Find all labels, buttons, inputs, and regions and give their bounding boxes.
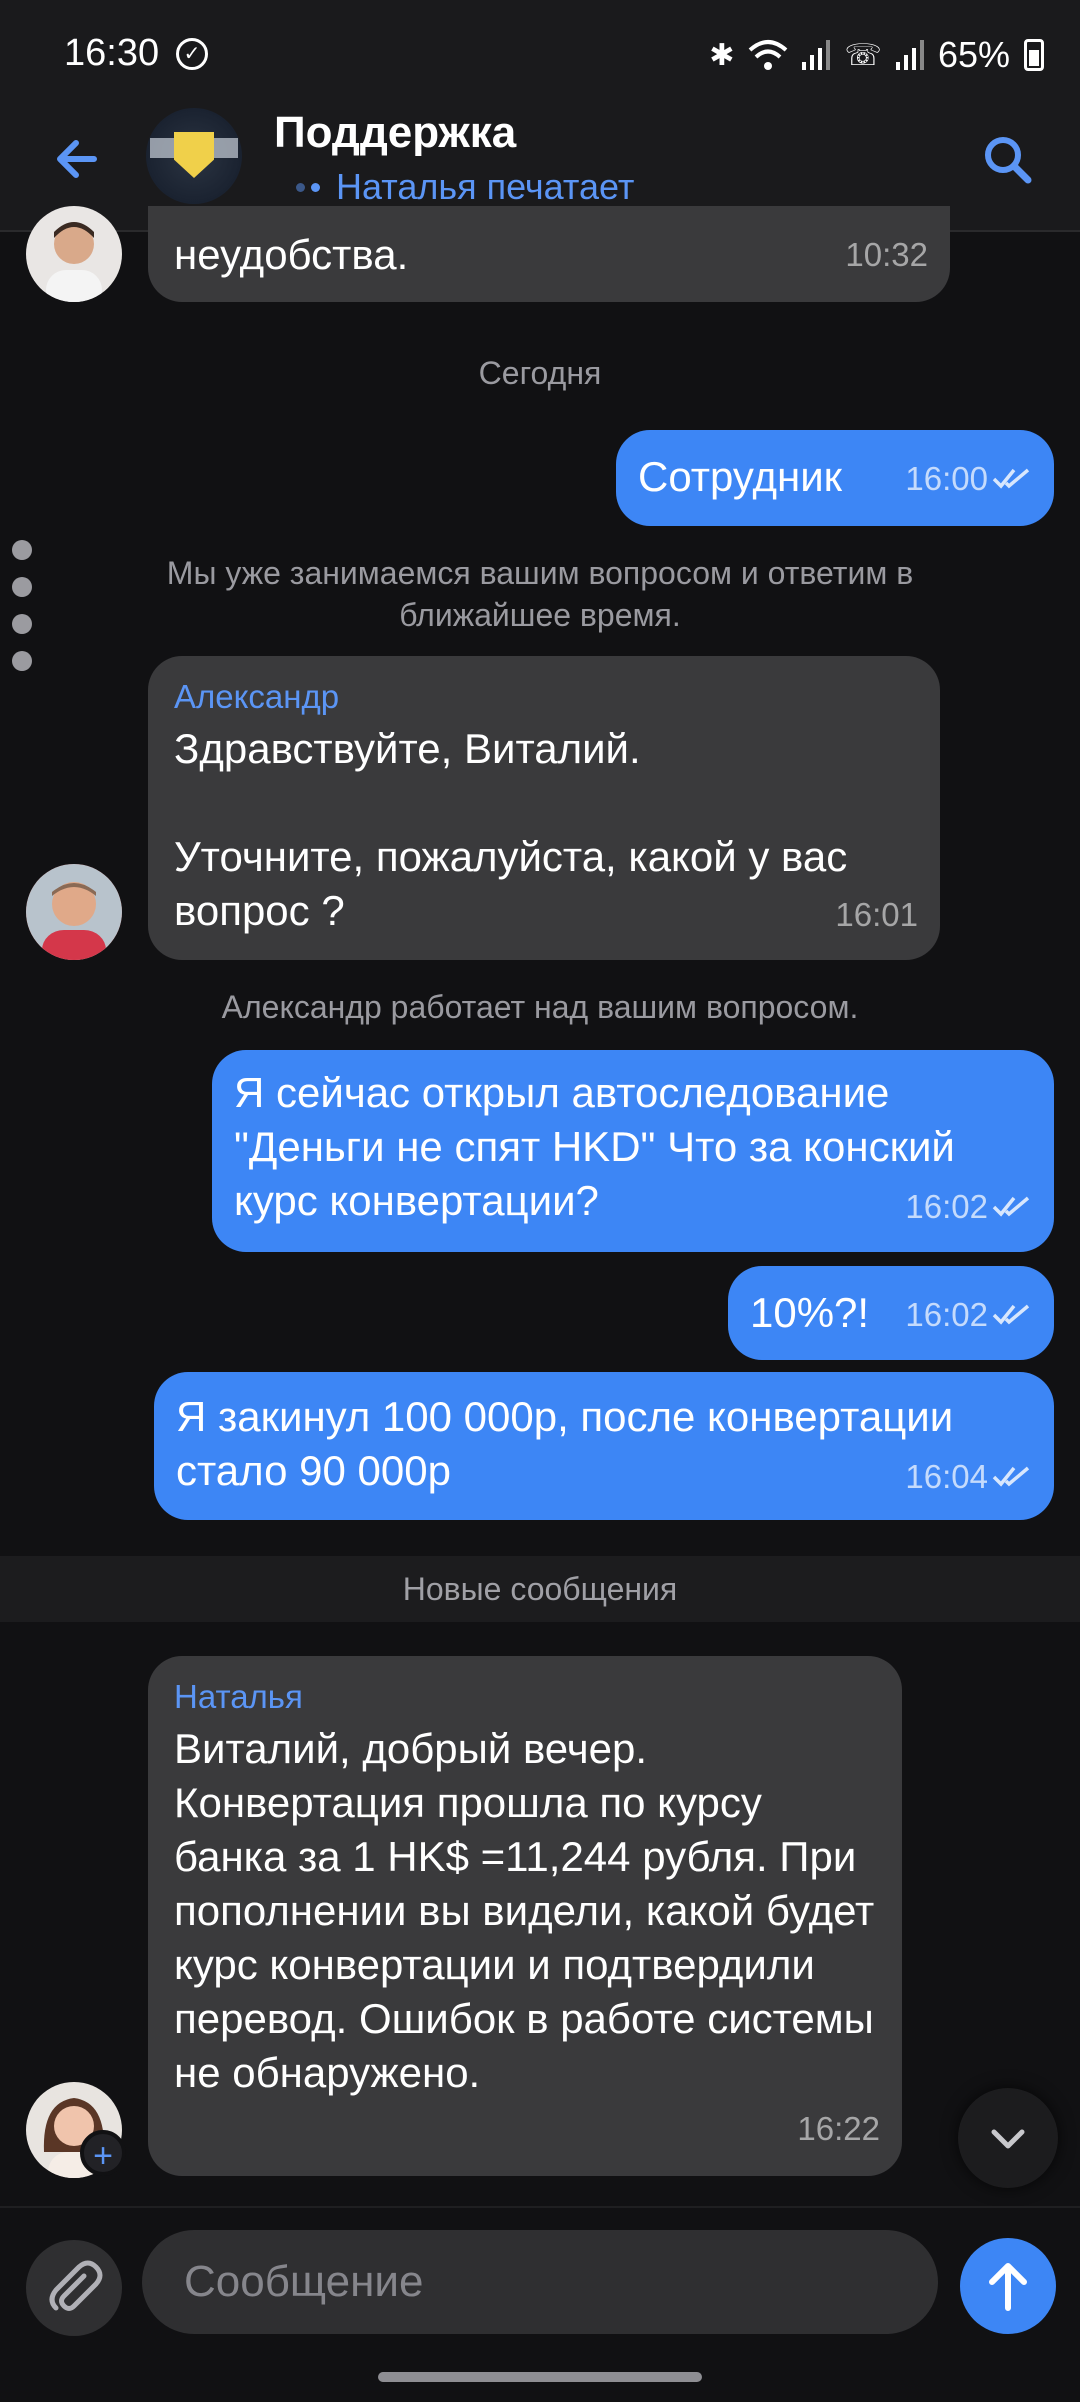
message-time: 16:00 (905, 460, 988, 497)
auto-reply-notice: Мы уже занимаемся вашим вопросом и ответ… (166, 555, 914, 633)
send-arrow-icon (989, 2263, 1027, 2311)
message-time: 16:01 (835, 896, 918, 933)
message-bubble-incoming[interactable]: неудобства. 10:32 (148, 206, 950, 302)
message-time: 16:22 (797, 2110, 880, 2147)
message-bubble-outgoing[interactable]: Сотрудник 16:00 (616, 430, 1054, 526)
sync-check-icon: ✓ (176, 38, 208, 70)
double-check-icon (992, 1196, 1030, 1217)
message-time: 16:04 (905, 1458, 988, 1495)
message-content: Александр Здравствуйте, Виталий. Уточнит… (174, 678, 914, 938)
typing-indicator: Наталья печатает (296, 166, 634, 208)
message-bubble-outgoing[interactable]: Я сейчас открыл автоследование "Деньги н… (212, 1050, 1054, 1252)
person-avatar-icon (26, 864, 122, 960)
message-text: Сотрудник (638, 453, 843, 500)
battery-percent: 65% (937, 34, 1010, 75)
logo-shield-icon (174, 132, 214, 178)
message-bubble-incoming[interactable]: Александр Здравствуйте, Виталий. Уточнит… (148, 656, 940, 960)
attach-icon (49, 2260, 103, 2311)
new-messages-label: Новые сообщения (402, 1571, 678, 1607)
message-time: 16:02 (905, 1296, 988, 1333)
battery-icon (1024, 39, 1044, 71)
message-text: 10%?! (750, 1289, 870, 1336)
logo-wing-left (150, 138, 176, 158)
status-icons: ✱ ☏ 65% (709, 30, 1044, 80)
typing-dots-icon (296, 182, 320, 192)
agent-working-notice: Александр работает над вашим вопросом. (221, 989, 859, 1025)
wifi-icon (749, 40, 788, 70)
message-text: Здравствуйте, Виталий. Уточните, пожалуй… (174, 725, 848, 934)
new-messages-divider: Новые сообщения (0, 1556, 1080, 1622)
double-check-icon (992, 468, 1030, 489)
volte-call-icon: ☏ (844, 38, 882, 72)
typing-status-text: Наталья печатает (336, 166, 635, 207)
message-bubble-outgoing[interactable]: Я закинул 100 000р, после конвертации ст… (154, 1372, 1054, 1520)
message-input[interactable] (142, 2230, 938, 2334)
message-bubble-outgoing[interactable]: 10%?! 16:02 (728, 1266, 1054, 1360)
signal-icon (802, 40, 831, 70)
message-time: 10:32 (845, 236, 928, 273)
support-logo[interactable] (146, 108, 242, 204)
add-contact-badge[interactable]: + (80, 2130, 126, 2176)
scroll-to-bottom-button[interactable] (958, 2088, 1058, 2188)
message-text: Виталий, добрый вечер. Конвертация прошл… (174, 1725, 886, 2096)
avatar-agent-alexander[interactable] (26, 864, 122, 960)
home-indicator[interactable] (378, 2372, 702, 2382)
logo-wing-right (212, 138, 238, 158)
chat-title[interactable]: Поддержка (274, 108, 516, 158)
search-icon[interactable] (976, 128, 1040, 192)
bluetooth-icon: ✱ (709, 38, 735, 72)
chevron-down-icon (991, 2129, 1025, 2149)
back-arrow-icon[interactable] (42, 124, 112, 194)
status-time: 16:30 (64, 32, 160, 74)
signal-2-icon (895, 40, 924, 70)
message-bubble-incoming[interactable]: Наталья Виталий, добрый вечер. Конвертац… (148, 1656, 902, 2176)
message-content: Наталья Виталий, добрый вечер. Конвертац… (174, 1678, 880, 2100)
message-text: неудобства. (174, 231, 409, 278)
message-time: 16:02 (905, 1188, 988, 1225)
avatar-agent[interactable] (26, 206, 122, 302)
double-check-icon (992, 1466, 1030, 1487)
date-separator: Сегодня (478, 355, 602, 391)
send-button[interactable] (960, 2238, 1056, 2334)
person-avatar-icon (46, 222, 102, 302)
double-check-icon (992, 1304, 1030, 1325)
attach-button[interactable] (26, 2240, 122, 2336)
message-sender: Наталья (174, 1678, 303, 1715)
message-sender: Александр (174, 678, 340, 715)
